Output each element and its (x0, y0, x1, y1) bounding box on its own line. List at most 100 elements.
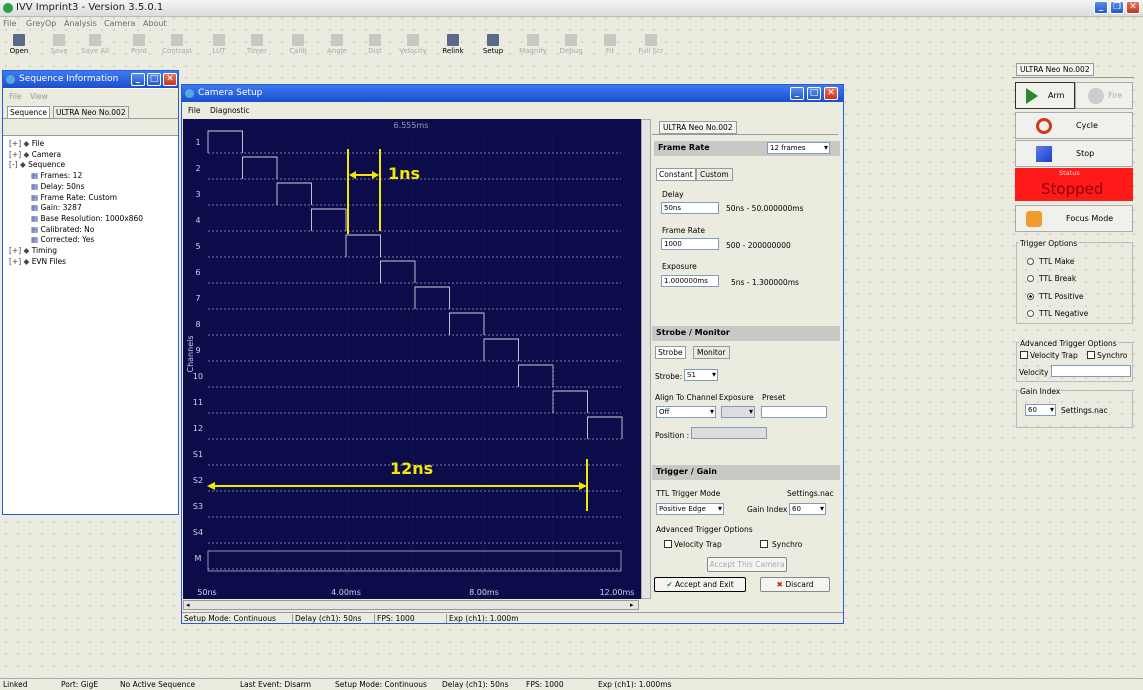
cam-maximize-button[interactable]: □ (807, 87, 821, 100)
tree-node[interactable]: [+] ◆ EVN Files (9, 257, 66, 266)
fire-button[interactable]: Fire (1075, 82, 1133, 109)
right-gain-select[interactable]: 60 (1025, 404, 1056, 416)
trigger-radio[interactable] (1027, 258, 1034, 265)
frames-select[interactable]: 12 frames (767, 142, 830, 154)
cam-close-button[interactable]: ✕ (824, 87, 838, 100)
vertical-scrollbar[interactable] (641, 119, 651, 599)
frame-rate-input[interactable]: 1000 (661, 238, 719, 250)
close-button[interactable]: ✕ (1126, 1, 1140, 14)
arm-button[interactable]: Arm (1015, 82, 1075, 109)
toolbar-magnify-button[interactable]: Magnify (518, 32, 548, 55)
toolbar-label: Contrast (162, 47, 192, 55)
right-velocity-trap-checkbox[interactable] (1020, 351, 1028, 359)
menu-analysis[interactable]: Analysis (64, 19, 97, 28)
strobe-header: Strobe / Monitor (652, 326, 840, 341)
tree-node[interactable]: [-] ◆ Sequence (9, 160, 65, 169)
toolbar-relink-button[interactable]: Relink (438, 32, 468, 55)
tree-node[interactable]: ▦ Corrected: Yes (31, 235, 94, 244)
tree-node[interactable]: [+] ◆ Camera (9, 150, 61, 159)
toolbar-save-button[interactable]: Save (44, 32, 74, 55)
focus-mode-button[interactable]: Focus Mode (1015, 205, 1133, 232)
trigger-radio[interactable] (1027, 309, 1034, 317)
accept-camera-button[interactable]: Accept This Camera (707, 557, 787, 572)
trigger-mode-select[interactable]: Positive Edge (656, 503, 724, 515)
gain-index-select[interactable]: 60 (789, 503, 826, 515)
accept-exit-button[interactable]: ✔ Accept and Exit (654, 577, 746, 592)
trigger-radio-label: TTL Make (1039, 257, 1075, 266)
strobe-select[interactable]: S1 (684, 369, 718, 381)
menu-camera[interactable]: Camera (104, 19, 135, 28)
tree-node[interactable]: [+] ◆ Timing (9, 246, 57, 255)
tree-node[interactable]: ▦ Delay: 50ns (31, 182, 85, 191)
seq-close-button[interactable]: ✕ (163, 73, 177, 86)
discard-button[interactable]: ✖ Discard (760, 577, 830, 592)
frame-rate-label: Frame Rate (662, 226, 705, 235)
tree-node[interactable]: ▦ Frame Rate: Custom (31, 193, 117, 202)
tree-node[interactable]: [+] ◆ File (9, 139, 44, 148)
stop-button[interactable]: Stop (1015, 140, 1133, 167)
restore-button[interactable]: ❐ (1110, 1, 1124, 14)
synchro-checkbox[interactable] (760, 540, 768, 548)
preset-input[interactable] (761, 406, 827, 418)
minimize-button[interactable]: _ (1094, 1, 1108, 14)
y-axis-label: Channels (186, 335, 195, 372)
toolbar-fit-button[interactable]: Fit (595, 32, 625, 55)
cam-minimize-button[interactable]: _ (790, 87, 804, 100)
toolbar-open-button[interactable]: Open (4, 32, 34, 55)
tree-node-label: Gain: 3287 (40, 203, 82, 213)
delay-input[interactable]: 50ns (661, 202, 719, 214)
seq-tab-sequence[interactable]: Sequence (7, 106, 50, 119)
toolbar-timer-button[interactable]: Timer (242, 32, 272, 55)
menu-greyop[interactable]: GreyOp (26, 19, 56, 28)
toolbar-calib-button[interactable]: Calib (283, 32, 313, 55)
toolbar-angle-button[interactable]: Angle (322, 32, 352, 55)
tree-node[interactable]: ▦ Calibrated: No (31, 225, 94, 234)
sequence-titlebar: Sequence Information _ □ ✕ (3, 71, 178, 88)
plot-scrollbar[interactable]: ◂ ▸ (183, 600, 639, 610)
toolbar-dist-button[interactable]: Dist (360, 32, 390, 55)
seq-menu-file[interactable]: File (9, 92, 22, 101)
toolbar-full-scr-button[interactable]: Full Scr (636, 32, 666, 55)
check-icon: ✔ (666, 580, 675, 589)
tree-node[interactable]: ▦ Gain: 3287 (31, 203, 82, 212)
tab-constant[interactable]: Constant (656, 168, 696, 181)
right-tab[interactable]: ULTRA Neo No.002 (1016, 63, 1094, 76)
seq-minimize-button[interactable]: _ (131, 73, 145, 86)
seq-menu-view[interactable]: View (30, 92, 48, 101)
cam-menu-diagnostic[interactable]: Diagnostic (210, 106, 250, 115)
cam-tab[interactable]: ULTRA Neo No.002 (659, 121, 737, 134)
exposure-input[interactable]: 1.000000ms (661, 275, 719, 287)
status-field: No Active Sequence (120, 680, 196, 689)
toolbar-print-button[interactable]: Print (124, 32, 154, 55)
velocity-input[interactable] (1051, 365, 1131, 377)
velocity-trap-checkbox[interactable] (664, 540, 672, 548)
toolbar-lut-button[interactable]: LUT (204, 32, 234, 55)
toolbar-label: Angle (327, 47, 347, 55)
menu-file[interactable]: File (3, 19, 16, 28)
toolbar-velocity-button[interactable]: Velocity (398, 32, 428, 55)
tree-node[interactable]: ▦ Base Resolution: 1000x860 (31, 214, 143, 223)
tab-custom[interactable]: Custom (696, 168, 733, 181)
seq-maximize-button[interactable]: □ (147, 73, 161, 86)
toolbar-label: Open (9, 47, 29, 55)
toolbar-save-all-button[interactable]: Save All (80, 32, 110, 55)
align-select[interactable]: Off (656, 406, 716, 418)
tree-node-icon: [+] ◆ (9, 256, 32, 266)
scroll-left-icon[interactable]: ◂ (186, 601, 190, 609)
scroll-right-icon[interactable]: ▸ (630, 601, 634, 609)
cam-menu-file[interactable]: File (188, 106, 201, 115)
tab-monitor[interactable]: Monitor (693, 346, 730, 359)
right-synchro-checkbox[interactable] (1087, 351, 1095, 359)
toolbar-debug-button[interactable]: Debug (556, 32, 586, 55)
strobe-exposure-select[interactable] (721, 406, 755, 418)
trigger-radio[interactable] (1027, 292, 1034, 300)
position-input[interactable] (691, 427, 767, 439)
menu-about[interactable]: About (143, 19, 167, 28)
cycle-button[interactable]: Cycle (1015, 112, 1133, 139)
toolbar-setup-button[interactable]: Setup (478, 32, 508, 55)
seq-tab-camera[interactable]: ULTRA Neo No.002 (53, 106, 129, 119)
tab-strobe[interactable]: Strobe (655, 346, 686, 359)
play-icon (1026, 88, 1038, 104)
tree-node[interactable]: ▦ Frames: 12 (31, 171, 82, 180)
toolbar-contrast-button[interactable]: Contrast (162, 32, 192, 55)
